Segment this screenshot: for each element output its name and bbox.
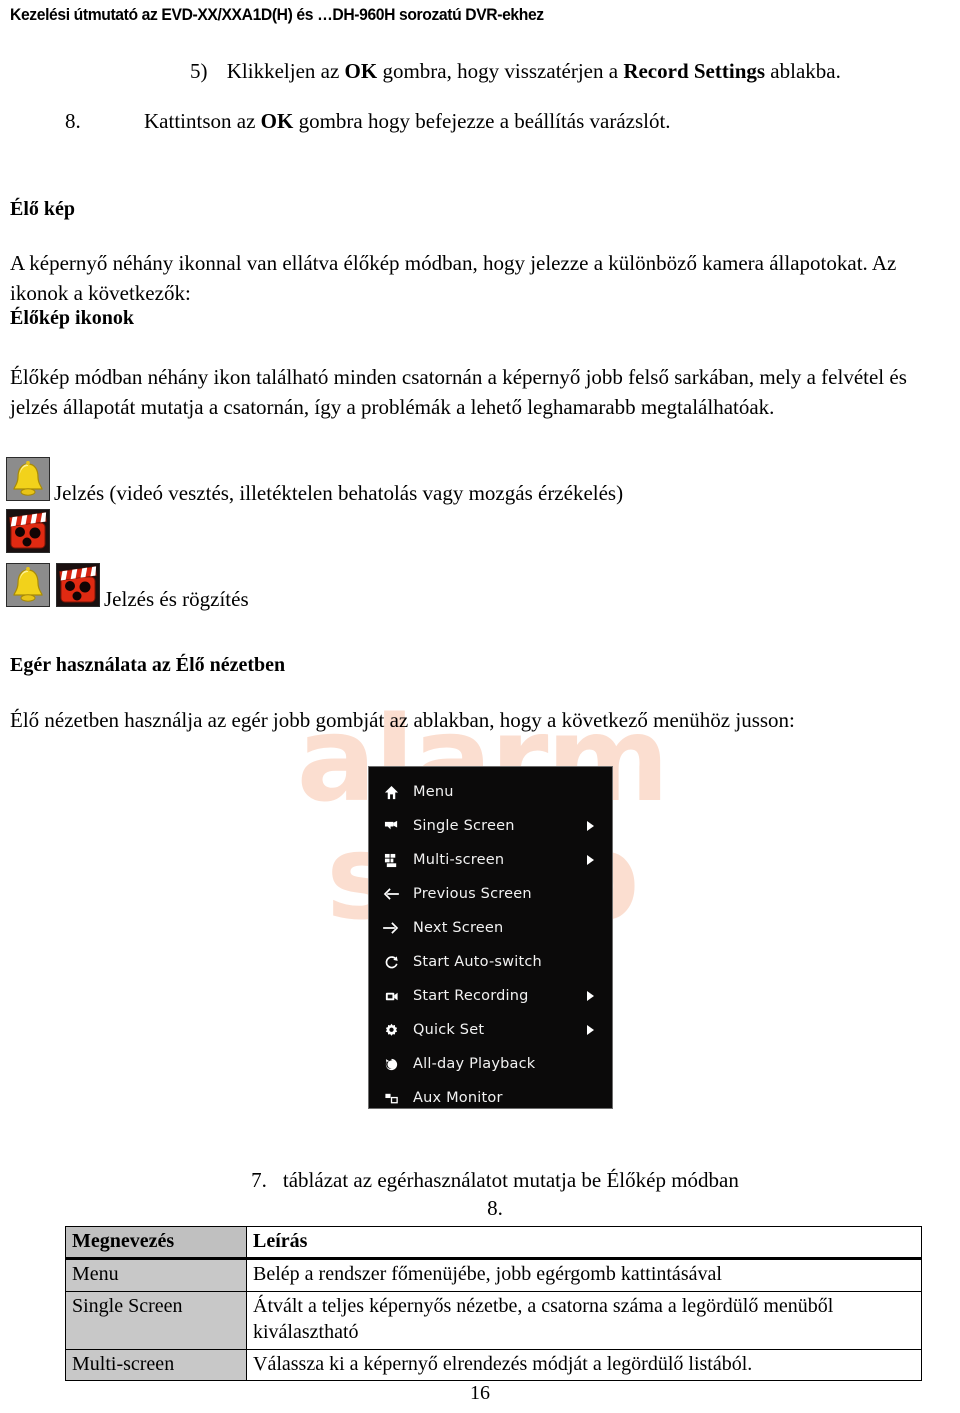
table-header-name: Megnevezés	[65, 1225, 247, 1261]
arrow-left-icon	[369, 887, 413, 901]
record-camera-icon	[369, 989, 413, 1004]
gear-icon	[369, 1023, 413, 1038]
live-view-heading: Élő kép	[10, 198, 76, 220]
step-marker: 5)	[190, 59, 208, 83]
table-cell-name: Single Screen	[65, 1290, 247, 1350]
table-caption-second-line: 8.	[487, 1196, 503, 1221]
context-menu-item-start-auto-switch[interactable]: Start Auto-switch	[369, 945, 612, 979]
aux-monitor-icon	[369, 1091, 413, 1106]
context-menu-label: Start Recording	[413, 988, 529, 1004]
context-menu-label: Next Screen	[413, 920, 504, 936]
table-row: Menu Belép a rendszer főmenüjébe, jobb e…	[65, 1258, 922, 1292]
alarm-bell-icon	[6, 457, 50, 501]
table-row: Single Screen Átvált a teljes képernyős …	[65, 1290, 922, 1350]
arrow-right-icon	[369, 921, 413, 935]
multi-screen-icon	[369, 853, 413, 868]
context-menu-label: Single Screen	[413, 818, 515, 834]
context-menu-label: All-day Playback	[413, 1056, 536, 1072]
chevron-right-icon	[587, 821, 594, 831]
context-menu-item-all-day-playback[interactable]: All-day Playback	[369, 1047, 612, 1081]
context-menu-label: Previous Screen	[413, 886, 532, 902]
table-cell-name: Menu	[65, 1258, 247, 1292]
mouse-usage-heading: Egér használata az Élő nézetben	[10, 654, 286, 676]
step-text-part: OK	[260, 109, 294, 133]
live-view-paragraph: A képernyő néhány ikonnal van ellátva él…	[10, 251, 897, 305]
running-header: Kezelési útmutató az EVD-XX/XXA1D(H) és …	[10, 6, 544, 24]
alarm-bell-icon-label: Jelzés (videó vesztés, illetéktelen beha…	[54, 481, 624, 505]
step-item-5: 5) Klikkeljen az OK gombra, hogy visszat…	[190, 58, 841, 84]
chevron-right-icon	[587, 1025, 594, 1035]
step-text-part: ablakba.	[765, 59, 841, 83]
right-click-context-menu[interactable]: Menu Single Screen Multi-screen Previous…	[368, 766, 613, 1109]
context-menu-label: Menu	[413, 784, 454, 800]
home-icon	[369, 785, 413, 800]
live-view-icons-heading: Élőkép ikonok	[10, 307, 134, 329]
step-text-part: Kattintson az	[144, 109, 261, 133]
chevron-right-icon	[587, 991, 594, 1001]
context-menu-item-multi-screen[interactable]: Multi-screen	[369, 843, 612, 877]
alarm-bell-and-record-icon-label: Jelzés és rögzítés	[104, 587, 249, 611]
table-cell-description: Belép a rendszer főmenüjébe, jobb egérgo…	[246, 1258, 922, 1292]
table-cell-description: Válassza ki a képernyő elrendezés módját…	[246, 1348, 922, 1381]
step-text-part: gombra, hogy visszatérjen a	[377, 59, 624, 83]
step-text-part: Klikkeljen az	[226, 59, 345, 83]
context-menu-label: Quick Set	[413, 1022, 485, 1038]
table-row: Multi-screen Válassza ki a képernyő elre…	[65, 1348, 922, 1381]
context-menu-label: Aux Monitor	[413, 1090, 503, 1106]
table-caption: 7. táblázat az egérhasználatot mutatja be…	[65, 1166, 925, 1223]
step-text-part: gombra hogy befejezze a beállítás varázs…	[293, 109, 671, 133]
context-menu-item-start-recording[interactable]: Start Recording	[369, 979, 612, 1013]
mouse-usage-paragraph: Élő nézetben használja az egér jobb gomb…	[10, 708, 795, 732]
page-number: 16	[470, 1382, 490, 1404]
record-status-icon	[6, 509, 50, 553]
context-menu-item-menu[interactable]: Menu	[369, 775, 612, 809]
table-cell-name: Multi-screen	[65, 1348, 247, 1381]
alarm-bell-and-record-icon-bell	[6, 563, 50, 607]
context-menu-item-next-screen[interactable]: Next Screen	[369, 911, 612, 945]
alarm-bell-and-record-icon-record	[56, 563, 100, 607]
step-item-8: 8. Kattintson az OK gombra hogy befejezz…	[65, 108, 671, 134]
context-menu-item-aux-monitor[interactable]: Aux Monitor	[369, 1081, 612, 1115]
mouse-operation-table: Megnevezés Leírás Menu Belép a rendszer …	[65, 1225, 922, 1381]
table-header-row: Megnevezés Leírás	[65, 1225, 922, 1261]
playback-icon	[369, 1057, 413, 1072]
context-menu-item-quick-set[interactable]: Quick Set	[369, 1013, 612, 1047]
step-text-part: OK	[344, 59, 378, 83]
context-menu-label: Start Auto-switch	[413, 954, 542, 970]
step-text-part: Record Settings	[623, 59, 766, 83]
step-marker: 8.	[65, 109, 81, 133]
chevron-right-icon	[587, 855, 594, 865]
table-header-description: Leírás	[246, 1225, 922, 1261]
table-caption-text: táblázat az egérhasználatot mutatja be É…	[282, 1168, 739, 1192]
table-cell-description: Átvált a teljes képernyős nézetbe, a csa…	[246, 1290, 922, 1350]
context-menu-item-previous-screen[interactable]: Previous Screen	[369, 877, 612, 911]
live-view-icons-paragraph: Élőkép módban néhány ikon található mind…	[10, 365, 907, 419]
context-menu-label: Multi-screen	[413, 852, 505, 868]
single-screen-icon	[369, 819, 413, 834]
table-caption-number: 7.	[251, 1168, 267, 1192]
auto-switch-icon	[369, 955, 413, 970]
context-menu-item-single-screen[interactable]: Single Screen	[369, 809, 612, 843]
